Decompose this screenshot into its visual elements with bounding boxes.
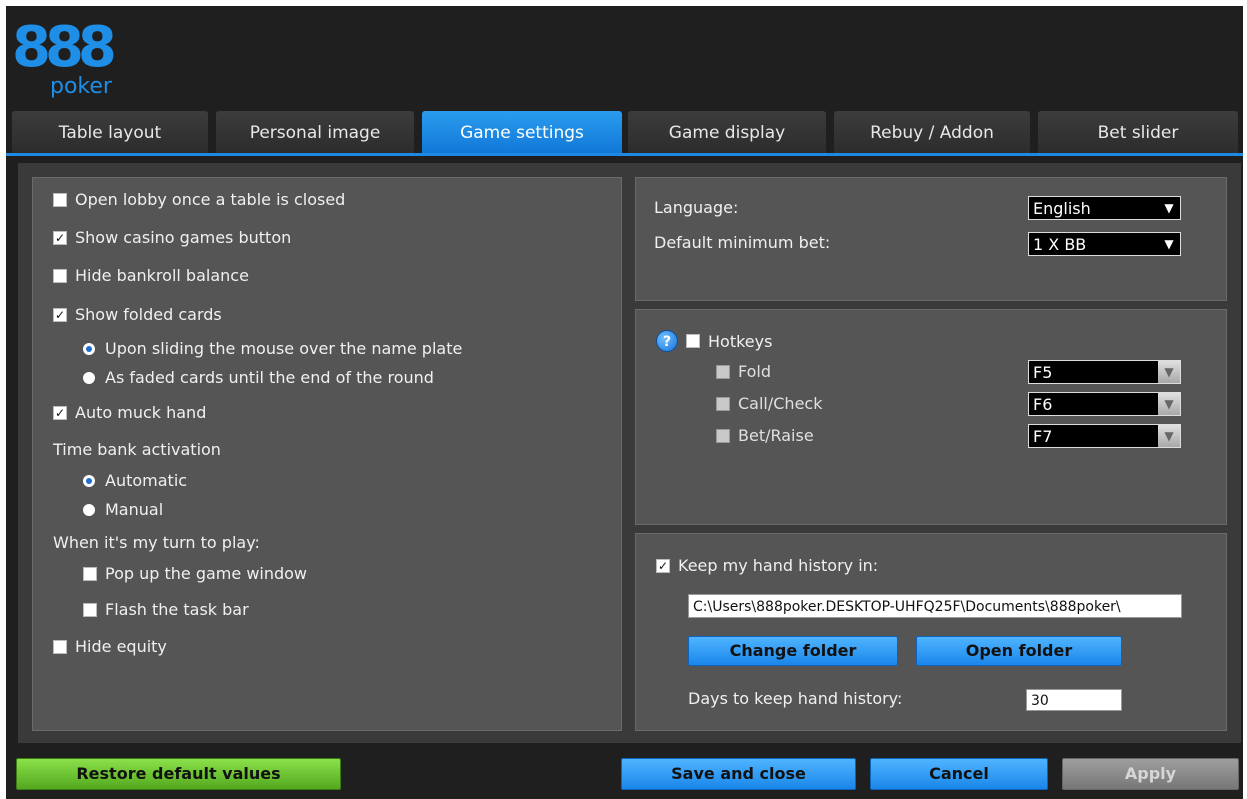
hotkeys-checkbox[interactable]: [686, 334, 700, 348]
help-icon[interactable]: ?: [656, 330, 678, 352]
game-options-panel: Open lobby once a table is closed ✓ Show…: [32, 177, 622, 731]
hotkey-fold-label: Fold: [738, 362, 772, 381]
hotkey-call-label: Call/Check: [738, 394, 823, 413]
show-folded-label: Show folded cards: [75, 305, 222, 324]
hotkey-fold-option[interactable]: Fold: [716, 362, 771, 381]
folded-faded-option[interactable]: As faded cards until the end of the roun…: [83, 368, 434, 387]
cancel-button[interactable]: Cancel: [870, 758, 1048, 790]
popup-game-option[interactable]: Pop up the game window: [83, 564, 307, 583]
hotkeys-panel: ? Hotkeys Fold F5 ▼ Call/Check F6 ▼ Bet/…: [635, 309, 1227, 525]
language-label: Language:: [654, 198, 739, 217]
chevron-down-icon: ▼: [1158, 425, 1180, 447]
hide-bankroll-checkbox[interactable]: [53, 268, 67, 283]
folded-faded-label: As faded cards until the end of the roun…: [105, 368, 434, 387]
hotkey-bet-checkbox[interactable]: [716, 428, 730, 443]
time-bank-manual-radio[interactable]: [83, 503, 95, 516]
tab-rebuy-addon[interactable]: Rebuy / Addon: [834, 111, 1030, 153]
language-value: English: [1033, 199, 1091, 218]
hotkeys-label: Hotkeys: [708, 331, 773, 351]
hide-equity-checkbox[interactable]: [53, 639, 67, 654]
hotkey-fold-checkbox[interactable]: [716, 364, 730, 379]
history-path-field[interactable]: C:\Users\888poker.DESKTOP-UHFQ25F\Docume…: [688, 594, 1182, 618]
keep-history-checkbox[interactable]: ✓: [656, 558, 670, 573]
auto-muck-label: Auto muck hand: [75, 403, 207, 422]
chevron-down-icon: ▼: [1158, 393, 1180, 415]
hotkey-call-value: F6: [1033, 395, 1053, 414]
hotkey-call-checkbox[interactable]: [716, 396, 730, 411]
auto-muck-option[interactable]: ✓ Auto muck hand: [53, 403, 206, 422]
888poker-logo: 888 poker: [12, 20, 122, 102]
hide-equity-option[interactable]: Hide equity: [53, 637, 167, 656]
hide-bankroll-option[interactable]: Hide bankroll balance: [53, 266, 249, 285]
time-bank-manual-option[interactable]: Manual: [83, 500, 163, 519]
flash-taskbar-checkbox[interactable]: [83, 602, 97, 617]
open-lobby-label: Open lobby once a table is closed: [75, 190, 346, 209]
hotkey-call-select[interactable]: F6 ▼: [1028, 392, 1181, 416]
time-bank-manual-label: Manual: [105, 500, 164, 519]
days-input[interactable]: 30: [1026, 689, 1122, 711]
tab-bet-slider[interactable]: Bet slider: [1038, 111, 1238, 153]
time-bank-automatic-option[interactable]: Automatic: [83, 471, 187, 490]
logo-word: poker: [50, 74, 112, 99]
save-close-button[interactable]: Save and close: [621, 758, 856, 790]
min-bet-value: 1 X BB: [1033, 235, 1087, 254]
auto-muck-checkbox[interactable]: ✓: [53, 405, 67, 420]
restore-defaults-button[interactable]: Restore default values: [16, 758, 341, 790]
tab-game-settings[interactable]: Game settings: [422, 111, 622, 153]
min-bet-select[interactable]: 1 X BB ▼: [1028, 232, 1181, 256]
hotkey-call-option[interactable]: Call/Check: [716, 394, 822, 413]
change-folder-button[interactable]: Change folder: [688, 636, 898, 666]
hotkey-bet-label: Bet/Raise: [738, 426, 814, 445]
folded-faded-radio[interactable]: [83, 371, 95, 384]
time-bank-heading: Time bank activation: [53, 440, 221, 459]
chevron-down-icon: ▼: [1164, 237, 1174, 251]
hotkey-bet-value: F7: [1033, 427, 1053, 446]
show-folded-option[interactable]: ✓ Show folded cards: [53, 305, 222, 324]
folded-sliding-option[interactable]: Upon sliding the mouse over the name pla…: [83, 339, 462, 358]
popup-game-label: Pop up the game window: [105, 564, 308, 583]
my-turn-heading: When it's my turn to play:: [53, 533, 260, 552]
hide-bankroll-label: Hide bankroll balance: [75, 266, 249, 285]
flash-taskbar-label: Flash the task bar: [105, 600, 249, 619]
logo-digits: 888: [12, 15, 117, 80]
hotkey-bet-option[interactable]: Bet/Raise: [716, 426, 814, 445]
language-select[interactable]: English ▼: [1028, 196, 1181, 220]
open-lobby-option[interactable]: Open lobby once a table is closed: [53, 190, 345, 209]
chevron-down-icon: ▼: [1158, 361, 1180, 383]
tab-table-layout[interactable]: Table layout: [12, 111, 208, 153]
chevron-down-icon: ▼: [1164, 201, 1174, 215]
show-casino-option[interactable]: ✓ Show casino games button: [53, 228, 291, 247]
keep-history-label: Keep my hand history in:: [678, 556, 879, 575]
show-casino-label: Show casino games button: [75, 228, 292, 247]
popup-game-checkbox[interactable]: [83, 566, 97, 581]
time-bank-automatic-radio[interactable]: [83, 474, 95, 487]
open-folder-button[interactable]: Open folder: [916, 636, 1122, 666]
folded-sliding-radio[interactable]: [83, 342, 95, 355]
keep-history-option[interactable]: ✓ Keep my hand history in:: [656, 556, 878, 575]
show-casino-checkbox[interactable]: ✓: [53, 230, 67, 245]
time-bank-automatic-label: Automatic: [105, 471, 188, 490]
general-settings-panel: Language: English ▼ Default minimum bet:…: [635, 177, 1227, 301]
tab-game-display[interactable]: Game display: [628, 111, 826, 153]
hotkeys-option[interactable]: ? Hotkeys: [656, 330, 772, 352]
hotkey-bet-select[interactable]: F7 ▼: [1028, 424, 1181, 448]
min-bet-label: Default minimum bet:: [654, 233, 831, 252]
hotkey-fold-value: F5: [1033, 363, 1053, 382]
settings-content: Open lobby once a table is closed ✓ Show…: [18, 163, 1241, 743]
hand-history-panel: ✓ Keep my hand history in: C:\Users\888p…: [635, 533, 1227, 731]
flash-taskbar-option[interactable]: Flash the task bar: [83, 600, 249, 619]
folded-sliding-label: Upon sliding the mouse over the name pla…: [105, 339, 463, 358]
open-lobby-checkbox[interactable]: [53, 192, 67, 207]
tab-personal-image[interactable]: Personal image: [216, 111, 414, 153]
show-folded-checkbox[interactable]: ✓: [53, 307, 67, 322]
hotkey-fold-select[interactable]: F5 ▼: [1028, 360, 1181, 384]
days-label: Days to keep hand history:: [688, 689, 903, 708]
apply-button[interactable]: Apply: [1062, 758, 1239, 790]
hide-equity-label: Hide equity: [75, 637, 167, 656]
